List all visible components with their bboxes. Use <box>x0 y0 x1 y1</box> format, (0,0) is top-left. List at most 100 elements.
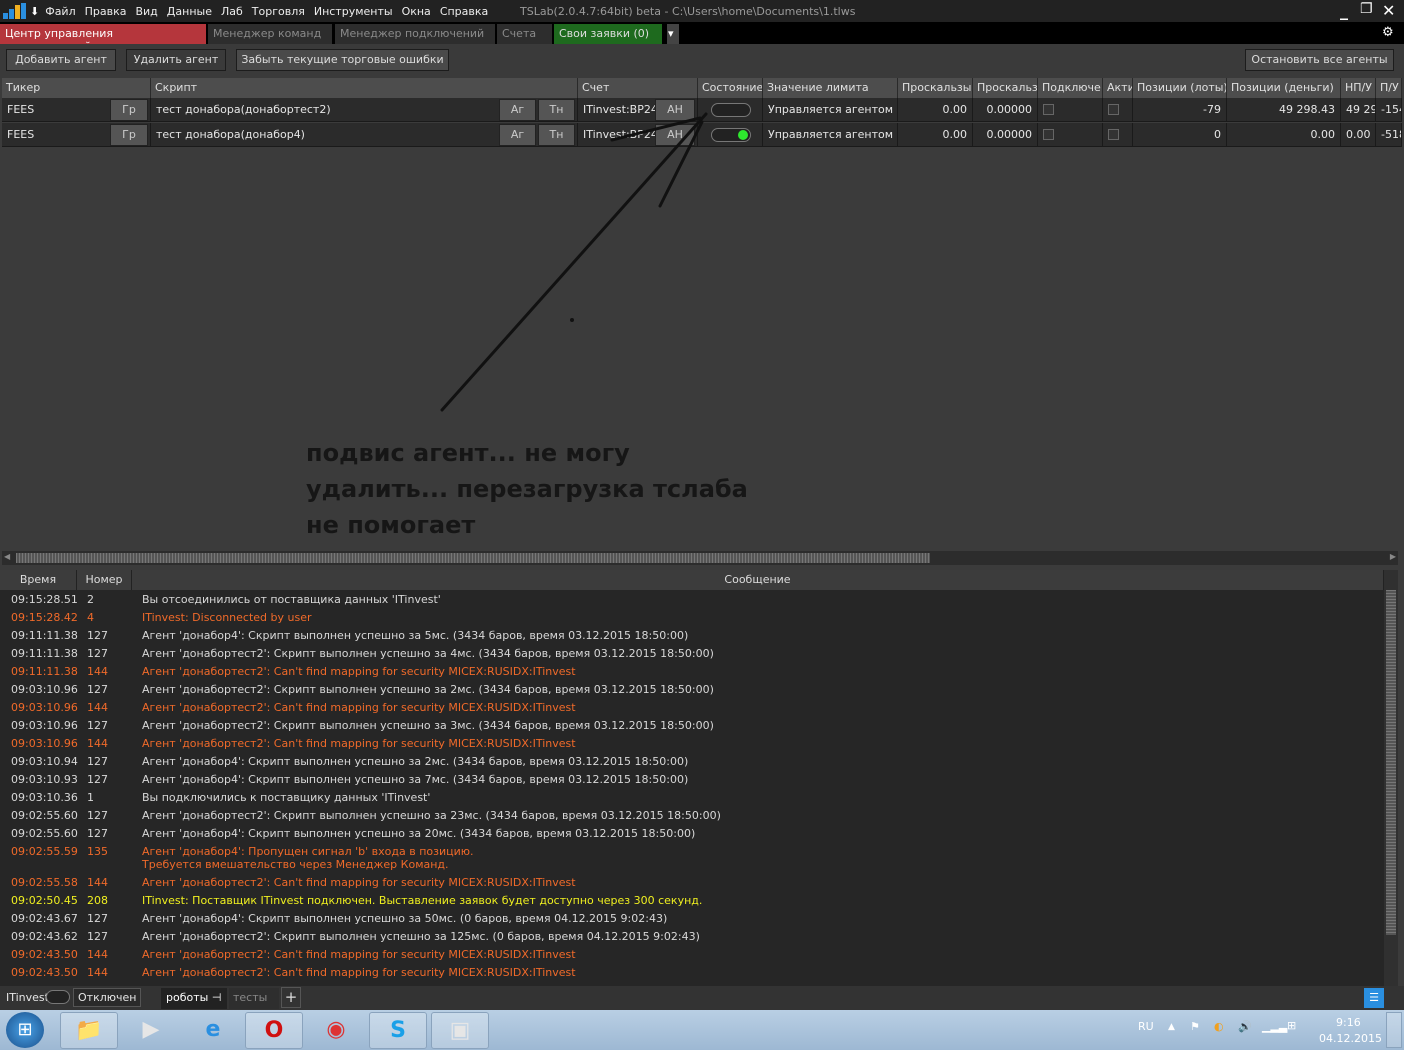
log-message: Агент 'донабортест2': Can't find mapping… <box>142 737 576 750</box>
skype-icon[interactable]: S <box>369 1012 427 1049</box>
action-center-flag-icon[interactable]: ⚑ <box>1190 1020 1200 1033</box>
log-time: 09:02:43.62 <box>11 930 78 943</box>
log-time: 09:11:11.38 <box>11 629 78 642</box>
scroll-thumb[interactable] <box>16 553 930 563</box>
log-number: 127 <box>87 930 108 943</box>
show-desktop-button[interactable] <box>1386 1012 1402 1048</box>
log-time: 09:15:28.51 <box>11 593 78 606</box>
log-message: Вы отсоединились от поставщика данных 'I… <box>142 593 441 606</box>
horizontal-scrollbar[interactable]: ◀ ▶ <box>2 551 1398 565</box>
log-row[interactable]: 09:03:10.96 127 Агент 'донабортест2': Ск… <box>0 683 1384 701</box>
tray-app-icon[interactable]: ◐ <box>1214 1020 1224 1033</box>
log-row[interactable]: 09:15:28.42 4 ITinvest: Disconnected by … <box>0 611 1384 629</box>
log-row[interactable]: 09:02:55.58 144 Агент 'донабортест2': Ca… <box>0 876 1384 894</box>
log-row[interactable]: 09:02:55.60 127 Агент 'донабор4': Скрипт… <box>0 827 1384 845</box>
log-row[interactable]: 09:03:10.96 144 Агент 'донабортест2': Ca… <box>0 701 1384 719</box>
log-number: 127 <box>87 647 108 660</box>
clock-date[interactable]: 04.12.2015 <box>1319 1032 1382 1045</box>
log-row[interactable]: 09:03:10.96 127 Агент 'донабортест2': Ск… <box>0 719 1384 737</box>
annotation-text: подвис агент... не могу удалить... перез… <box>306 435 748 543</box>
log-vertical-scrollbar[interactable] <box>1384 570 1398 986</box>
log-row[interactable]: 09:03:10.96 144 Агент 'донабортест2': Ca… <box>0 737 1384 755</box>
provider-toggle[interactable] <box>46 990 70 1004</box>
volume-icon[interactable]: 🔊 <box>1238 1020 1252 1033</box>
log-list: 09:15:28.51 2 Вы отсоединились от постав… <box>0 590 1384 986</box>
clock-time[interactable]: 9:16 <box>1336 1016 1361 1029</box>
internet-explorer-icon[interactable]: e <box>184 1012 242 1049</box>
log-message: Вы подключились к поставщику данных 'ITi… <box>142 791 431 804</box>
log-time: 09:03:10.96 <box>11 737 78 750</box>
log-number: 127 <box>87 719 108 732</box>
log-col-message[interactable]: Сообщение <box>132 570 1384 590</box>
log-row[interactable]: 09:11:11.38 127 Агент 'донабор4': Скрипт… <box>0 629 1384 647</box>
notes-icon[interactable]: ☰ <box>1364 988 1384 1008</box>
log-number: 144 <box>87 701 108 714</box>
log-message-cont: Требуется вмешательство через Менеджер К… <box>142 858 449 871</box>
log-number: 144 <box>87 966 108 979</box>
log-number: 127 <box>87 755 108 768</box>
log-message: Агент 'донабортест2': Скрипт выполнен ус… <box>142 647 714 660</box>
log-message: Агент 'донабор4': Скрипт выполнен успешн… <box>142 773 689 786</box>
chrome-icon[interactable]: ◉ <box>307 1012 365 1049</box>
tab-tests[interactable]: тесты <box>229 988 279 1009</box>
windows-taskbar: ⊞ 📁 ▶ e O ◉ S ▣ RU ▲ ⚑ ◐ 🔊 ▁▂▃ ⊞ 9:16 04… <box>0 1010 1404 1050</box>
log-row[interactable]: 09:02:55.59 135 Агент 'донабор4': Пропущ… <box>0 845 1384 876</box>
log-row[interactable]: 09:03:10.36 1 Вы подключились к поставщи… <box>0 791 1384 809</box>
log-number: 135 <box>87 845 108 858</box>
log-row[interactable]: 09:02:43.67 127 Агент 'донабор4': Скрипт… <box>0 912 1384 930</box>
log-time: 09:02:50.45 <box>11 894 78 907</box>
annotation-line: не помогает <box>306 511 476 539</box>
log-time: 09:02:55.60 <box>11 809 78 822</box>
log-row[interactable]: 09:03:10.94 127 Агент 'донабор4': Скрипт… <box>0 755 1384 773</box>
log-number: 144 <box>87 948 108 961</box>
opera-icon[interactable]: O <box>245 1012 303 1049</box>
tslab-window-icon[interactable]: ▣ <box>431 1012 489 1049</box>
log-time: 09:02:55.60 <box>11 827 78 840</box>
log-time: 09:03:10.36 <box>11 791 78 804</box>
tab-robots[interactable]: роботы ⊣ <box>161 988 227 1009</box>
network-icon[interactable]: ▁▂▃ <box>1262 1020 1287 1033</box>
log-header: Время Номер Сообщение <box>0 570 1384 590</box>
tray-expand-icon[interactable]: ▲ <box>1168 1022 1175 1032</box>
log-message: ITinvest: Поставщик ITinvest подключен. … <box>142 894 703 907</box>
log-row[interactable]: 09:15:28.51 2 Вы отсоединились от постав… <box>0 593 1384 611</box>
log-col-number[interactable]: Номер <box>77 570 132 590</box>
windows-tray-icon[interactable]: ⊞ <box>1287 1019 1296 1032</box>
log-time: 09:03:10.94 <box>11 755 78 768</box>
log-row[interactable]: 09:11:11.38 144 Агент 'донабортест2': Ca… <box>0 665 1384 683</box>
scroll-left-icon[interactable]: ◀ <box>4 552 10 561</box>
log-number: 144 <box>87 665 108 678</box>
annotation-line: подвис агент... не могу <box>306 439 630 467</box>
log-row[interactable]: 09:02:43.50 144 Агент 'донабортест2': Ca… <box>0 948 1384 966</box>
log-number: 2 <box>87 593 94 606</box>
log-number: 127 <box>87 629 108 642</box>
tab-robots-label: роботы <box>166 991 209 1004</box>
add-tab-button[interactable]: + <box>281 987 301 1008</box>
log-row[interactable]: 09:02:50.45 208 ITinvest: Поставщик ITin… <box>0 894 1384 912</box>
language-indicator[interactable]: RU <box>1138 1020 1154 1033</box>
annotation-line: удалить... перезагрузка тслаба <box>306 475 748 503</box>
start-button[interactable]: ⊞ <box>6 1012 44 1048</box>
log-row[interactable]: 09:02:43.50 144 Агент 'донабортест2': Ca… <box>0 966 1384 984</box>
log-row[interactable]: 09:02:55.60 127 Агент 'донабортест2': Ск… <box>0 809 1384 827</box>
scroll-thumb[interactable] <box>1386 590 1396 935</box>
log-number: 144 <box>87 876 108 889</box>
explorer-icon[interactable]: 📁 <box>60 1012 118 1049</box>
log-number: 127 <box>87 683 108 696</box>
log-row[interactable]: 09:11:11.38 127 Агент 'донабортест2': Ск… <box>0 647 1384 665</box>
status-bar: ITinvest Отключен роботы ⊣ тесты + ☰ <box>0 986 1404 1010</box>
log-message: Агент 'донабортест2': Скрипт выполнен ус… <box>142 719 714 732</box>
log-time: 09:03:10.96 <box>11 719 78 732</box>
log-row[interactable]: 09:02:43.62 127 Агент 'донабортест2': Ск… <box>0 930 1384 948</box>
log-time: 09:02:43.50 <box>11 966 78 979</box>
log-message: Агент 'донабортест2': Can't find mapping… <box>142 948 576 961</box>
pin-icon[interactable]: ⊣ <box>212 991 222 1004</box>
provider-name: ITinvest <box>6 991 49 1004</box>
log-number: 208 <box>87 894 108 907</box>
log-col-time[interactable]: Время <box>0 570 77 590</box>
log-time: 09:03:10.96 <box>11 701 78 714</box>
log-row[interactable]: 09:03:10.93 127 Агент 'донабор4': Скрипт… <box>0 773 1384 791</box>
log-message: Агент 'донабортест2': Скрипт выполнен ус… <box>142 930 700 943</box>
media-player-icon[interactable]: ▶ <box>122 1012 180 1049</box>
scroll-right-icon[interactable]: ▶ <box>1390 552 1396 561</box>
